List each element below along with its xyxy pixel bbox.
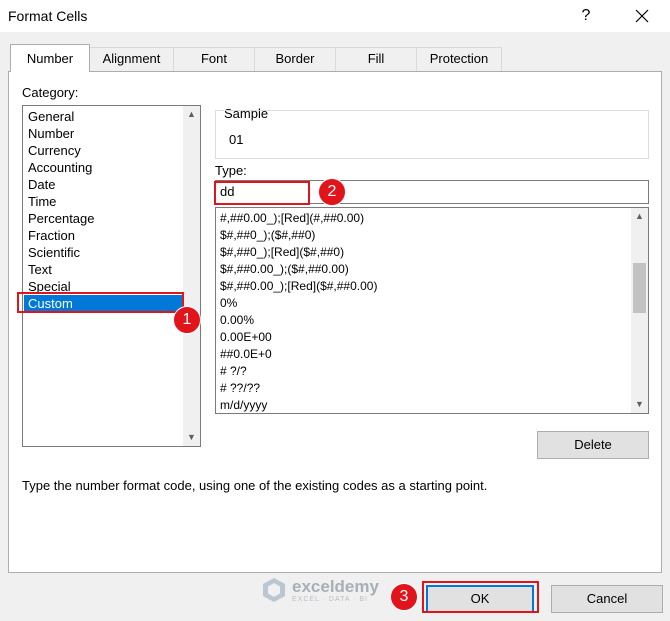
format-item[interactable]: # ??/?? xyxy=(220,380,260,397)
format-item[interactable]: $#,##0.00_);($#,##0.00) xyxy=(220,261,349,278)
title-bar: Format Cells ? xyxy=(0,0,670,32)
format-item[interactable]: $#,##0_);[Red]($#,##0) xyxy=(220,244,344,261)
tab-alignment[interactable]: Alignment xyxy=(89,47,174,71)
step-badge-3: 3 xyxy=(390,583,418,611)
watermark: exceldemy EXCEL · DATA · BI xyxy=(258,573,408,607)
scroll-up-icon[interactable]: ▲ xyxy=(631,208,648,225)
category-item-text[interactable]: Text xyxy=(27,261,52,278)
tab-protection[interactable]: Protection xyxy=(416,47,502,71)
cancel-button[interactable]: Cancel xyxy=(551,585,663,613)
exceldemy-logo-icon xyxy=(263,578,285,602)
sample-value: 01 xyxy=(229,132,244,147)
format-item[interactable]: 0% xyxy=(220,295,237,312)
scroll-down-icon[interactable]: ▼ xyxy=(631,396,648,413)
category-label: Category: xyxy=(22,85,79,100)
highlight-ok-button xyxy=(422,581,539,613)
category-item-time[interactable]: Time xyxy=(27,193,56,210)
category-item-date[interactable]: Date xyxy=(27,176,55,193)
category-item-scientific[interactable]: Scientific xyxy=(27,244,80,261)
format-item[interactable]: #,##0.00_);[Red](#,##0.00) xyxy=(220,210,364,227)
format-scrollbar[interactable]: ▲ ▼ xyxy=(631,208,648,413)
format-item[interactable]: 0.00% xyxy=(220,312,254,329)
close-button[interactable] xyxy=(624,0,660,32)
category-item-general[interactable]: General xyxy=(27,108,74,125)
scroll-thumb[interactable] xyxy=(633,263,646,313)
format-item[interactable]: ##0.0E+0 xyxy=(220,346,272,363)
tab-number[interactable]: Number xyxy=(10,44,90,72)
format-item[interactable]: 0.00E+00 xyxy=(220,329,272,346)
tab-font[interactable]: Font xyxy=(173,47,255,71)
category-item-number[interactable]: Number xyxy=(27,125,74,142)
category-item-accounting[interactable]: Accounting xyxy=(27,159,92,176)
help-icon: ? xyxy=(581,7,591,24)
type-label: Type: xyxy=(215,163,247,178)
sample-box xyxy=(215,110,649,159)
format-item[interactable]: m/d/yyyy xyxy=(220,397,267,413)
tab-fill[interactable]: Fill xyxy=(335,47,417,71)
step-badge-1: 1 xyxy=(173,306,201,334)
category-list[interactable]: General Number Currency Accounting Date … xyxy=(22,105,201,447)
delete-button[interactable]: Delete xyxy=(537,431,649,459)
step-badge-2: 2 xyxy=(318,178,346,206)
scroll-up-icon[interactable]: ▲ xyxy=(183,106,200,123)
hint-text: Type the number format code, using one o… xyxy=(22,478,488,493)
category-item-currency[interactable]: Currency xyxy=(27,142,81,159)
category-item-percentage[interactable]: Percentage xyxy=(27,210,95,227)
help-button[interactable]: ? xyxy=(570,0,602,32)
category-scrollbar[interactable]: ▲ ▼ xyxy=(183,106,200,446)
format-item[interactable]: $#,##0_);($#,##0) xyxy=(220,227,315,244)
watermark-name: exceldemy xyxy=(292,577,379,596)
dialog-title: Format Cells xyxy=(8,8,88,24)
close-icon xyxy=(635,9,649,23)
watermark-tagline: EXCEL · DATA · BI xyxy=(292,596,368,603)
category-item-fraction[interactable]: Fraction xyxy=(27,227,75,244)
format-item[interactable]: $#,##0.00_);[Red]($#,##0.00) xyxy=(220,278,377,295)
scroll-down-icon[interactable]: ▼ xyxy=(183,429,200,446)
format-code-list[interactable]: #,##0.00_);[Red](#,##0.00) $#,##0_);($#,… xyxy=(215,207,649,414)
highlight-type-input xyxy=(214,181,310,205)
highlight-custom xyxy=(17,292,184,313)
tab-border[interactable]: Border xyxy=(254,47,336,71)
format-item[interactable]: # ?/? xyxy=(220,363,247,380)
